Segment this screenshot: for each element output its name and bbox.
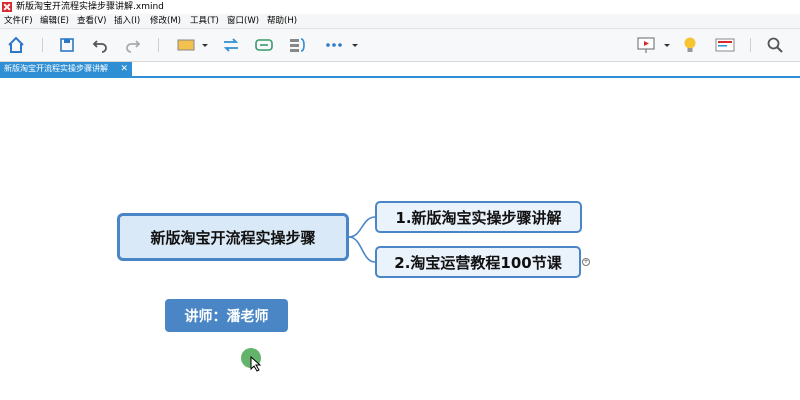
main-topic-2[interactable]: 2.淘宝运营教程100节课 — [375, 246, 581, 278]
floating-topic[interactable]: 讲师：潘老师 — [165, 299, 288, 332]
main-topic-1[interactable]: 1.新版淘宝实操步骤讲解 — [375, 201, 582, 233]
central-topic[interactable]: 新版淘宝开流程实操步骤 — [117, 213, 349, 261]
expand-toggle-icon[interactable]: + — [582, 258, 590, 266]
connector-lines — [348, 216, 376, 263]
mouse-pointer-icon — [250, 356, 262, 372]
